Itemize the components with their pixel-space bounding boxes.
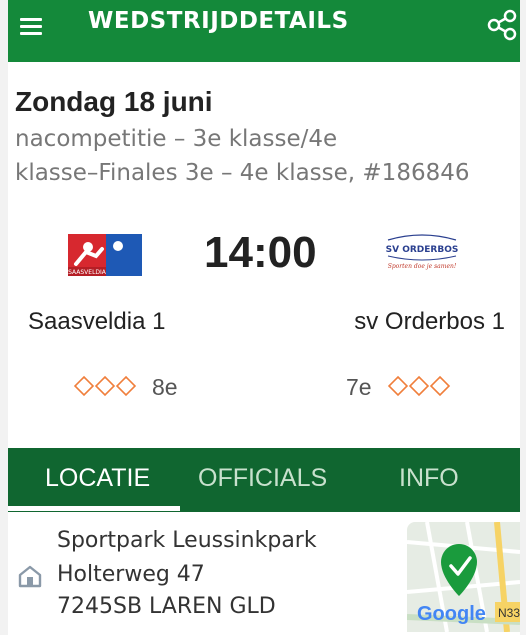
map-thumbnail[interactable]: Google N33 bbox=[407, 522, 520, 632]
diamond-rating-icon bbox=[387, 374, 452, 398]
away-team-logo[interactable]: SV ORDERBOS Sporten doe je samen! bbox=[382, 234, 462, 276]
map-label: Google bbox=[417, 603, 486, 625]
venue-city: 7245SB LAREN GLD bbox=[57, 594, 276, 619]
match-date: Zondag 18 juni bbox=[15, 86, 213, 117]
venue-street: Holterweg 47 bbox=[57, 562, 205, 587]
tab-bar: LOCATIE OFFICIALS INFO bbox=[8, 448, 520, 512]
competition-line: klasse–Finales 3e – 4e klasse, #186846 bbox=[15, 160, 470, 186]
home-team-name[interactable]: Saasveldia 1 bbox=[28, 308, 165, 336]
kickoff-time: 14:00 bbox=[204, 228, 317, 277]
share-icon[interactable] bbox=[484, 8, 520, 42]
map-road-label: N33 bbox=[498, 606, 520, 620]
competition-line: nacompetitie – 3e klasse/4e bbox=[15, 126, 338, 152]
home-logo-text: SAASVELDIA bbox=[68, 269, 107, 276]
page-title: WEDSTRIJDDETAILS bbox=[88, 8, 349, 34]
active-tab-indicator bbox=[8, 506, 180, 511]
away-logo-slogan: Sporten doe je samen! bbox=[388, 263, 457, 270]
hamburger-menu-icon[interactable] bbox=[17, 14, 45, 38]
away-team-rank: 7e bbox=[346, 374, 372, 400]
away-logo-text: SV ORDERBOS bbox=[386, 245, 459, 255]
tab-officials[interactable]: OFFICIALS bbox=[198, 464, 327, 493]
venue-name: Sportpark Leussinkpark bbox=[57, 528, 317, 553]
away-team-name[interactable]: sv Orderbos 1 bbox=[354, 308, 505, 336]
diamond-rating-icon bbox=[73, 374, 138, 398]
competition-info: nacompetitie – 3e klasse/4e klasse–Final… bbox=[15, 122, 515, 190]
match-card: Zondag 18 juni nacompetitie – 3e klasse/… bbox=[8, 62, 520, 448]
home-team-rank: 8e bbox=[152, 374, 178, 400]
tab-locatie[interactable]: LOCATIE bbox=[45, 464, 150, 493]
home-team-logo[interactable]: SAASVELDIA bbox=[68, 234, 142, 276]
location-section: Sportpark Leussinkpark Holterweg 47 7245… bbox=[8, 512, 520, 635]
home-icon bbox=[17, 564, 43, 588]
app-bar: WEDSTRIJDDETAILS bbox=[8, 0, 520, 62]
tab-info[interactable]: INFO bbox=[399, 464, 459, 493]
